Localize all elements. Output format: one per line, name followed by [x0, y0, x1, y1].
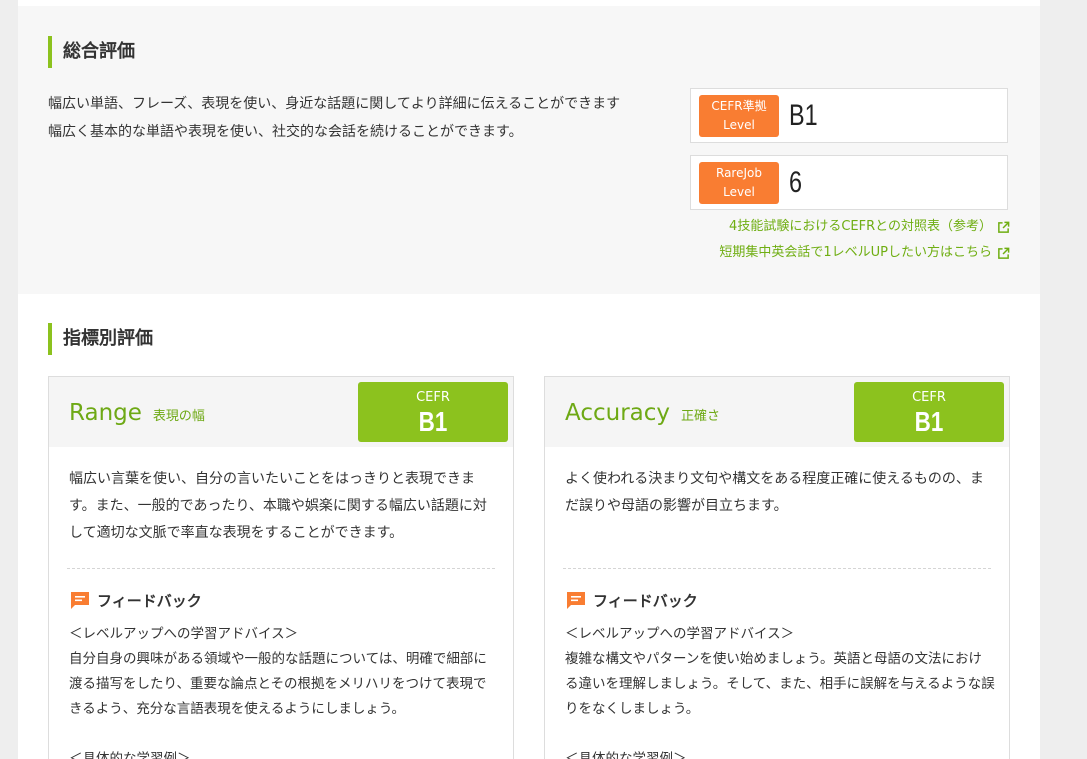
accuracy-feedback-heading: フィードバック: [565, 589, 698, 611]
range-cefr-badge: CEFR B1: [358, 382, 508, 442]
level-up-link[interactable]: 短期集中英会話で1レベルUPしたい方はこちら: [719, 244, 1010, 262]
evaluation-panel: 総合評価 幅広い単語、フレーズ、表現を使い、身近な話題に関してより詳細に伝えるこ…: [18, 0, 1040, 759]
rarejob-level-label-bottom: Level: [723, 185, 755, 199]
accuracy-cefr-badge: CEFR B1: [854, 382, 1004, 442]
range-title: Range: [69, 400, 142, 426]
cefr-level-label-top: CEFR準拠: [711, 99, 767, 113]
overall-description: 幅広い単語、フレーズ、表現を使い、身近な話題に関してより詳細に伝えることができま…: [48, 90, 638, 146]
accuracy-card-header: Accuracy 正確さ CEFR B1: [545, 377, 1009, 447]
indicator-heading: 指標別評価: [48, 323, 153, 355]
accuracy-cefr-value: B1: [914, 406, 944, 437]
range-description: 幅広い言葉を使い、自分の言いたいことをはっきりと表現できます。また、一般的であっ…: [69, 471, 487, 541]
range-advice-heading: ＜レベルアップへの学習アドバイス＞: [69, 626, 299, 642]
accuracy-title: Accuracy: [565, 400, 671, 426]
range-feedback-heading: フィードバック: [69, 589, 202, 611]
cefr-level-value: B1: [789, 99, 818, 132]
range-subtitle: 表現の幅: [152, 409, 205, 424]
rarejob-level-box: RareJob Level 6: [690, 155, 1008, 210]
external-link-icon: [998, 221, 1010, 233]
range-feedback-body: ＜レベルアップへの学習アドバイス＞ 自分自身の興味がある領域や一般的な話題につい…: [69, 622, 499, 759]
cefr-level-badge: CEFR準拠 Level: [699, 95, 779, 137]
range-cefr-label: CEFR: [416, 390, 450, 405]
rarejob-level-badge: RareJob Level: [699, 162, 779, 204]
rarejob-level-label-top: RareJob: [716, 166, 762, 180]
cefr-level-box: CEFR準拠 Level B1: [690, 88, 1008, 143]
range-divider: [67, 568, 495, 569]
cefr-comparison-link-label: 4技能試験におけるCEFRとの対照表（参考）: [729, 219, 992, 234]
chat-bubble-icon: [71, 592, 89, 609]
accuracy-advice-text: 複雑な構文やパターンを使い始めましょう。英語と母語の文法における違いを理解しまし…: [565, 651, 995, 717]
range-examples-heading: ＜具体的な学習例＞: [69, 751, 191, 759]
range-advice-text: 自分自身の興味がある領域や一般的な話題については、明確で細部に渡る描写をしたり、…: [69, 651, 487, 717]
accuracy-card: Accuracy 正確さ CEFR B1 よく使われる決まり文句や構文をある程度…: [544, 376, 1010, 759]
accuracy-description: よく使われる決まり文句や構文をある程度正確に使えるものの、まだ誤りや母語の影響が…: [565, 471, 984, 514]
accuracy-examples-heading: ＜具体的な学習例＞: [565, 751, 687, 759]
accuracy-cefr-label: CEFR: [912, 390, 946, 405]
overall-description-line1: 幅広い単語、フレーズ、表現を使い、身近な話題に関してより詳細に伝えることができま…: [48, 96, 621, 112]
rarejob-level-value: 6: [789, 166, 803, 199]
range-feedback-title: フィードバック: [97, 591, 202, 610]
accuracy-card-title: Accuracy 正確さ: [565, 397, 720, 429]
range-card: Range 表現の幅 CEFR B1 幅広い言葉を使い、自分の言いたいことをはっ…: [48, 376, 514, 759]
chat-bubble-icon: [567, 592, 585, 609]
range-cefr-value: B1: [418, 406, 448, 437]
accuracy-feedback-title: フィードバック: [593, 591, 698, 610]
external-link-icon: [998, 247, 1010, 259]
accuracy-divider: [563, 568, 991, 569]
range-card-title: Range 表現の幅: [69, 397, 205, 429]
accuracy-subtitle: 正確さ: [681, 409, 721, 424]
overall-description-line2: 幅広く基本的な単語や表現を使い、社交的な会話を続けることができます。: [48, 124, 523, 140]
cefr-level-label-bottom: Level: [723, 118, 755, 132]
overall-section: 総合評価 幅広い単語、フレーズ、表現を使い、身近な話題に関してより詳細に伝えるこ…: [18, 6, 1040, 294]
accuracy-advice-heading: ＜レベルアップへの学習アドバイス＞: [565, 626, 795, 642]
overall-heading: 総合評価: [48, 36, 135, 68]
cefr-comparison-link[interactable]: 4技能試験におけるCEFRとの対照表（参考）: [729, 218, 1010, 236]
range-card-header: Range 表現の幅 CEFR B1: [49, 377, 513, 447]
accuracy-feedback-body: ＜レベルアップへの学習アドバイス＞ 複雑な構文やパターンを使い始めましょう。英語…: [565, 622, 995, 759]
level-up-link-label: 短期集中英会話で1レベルUPしたい方はこちら: [719, 245, 992, 260]
